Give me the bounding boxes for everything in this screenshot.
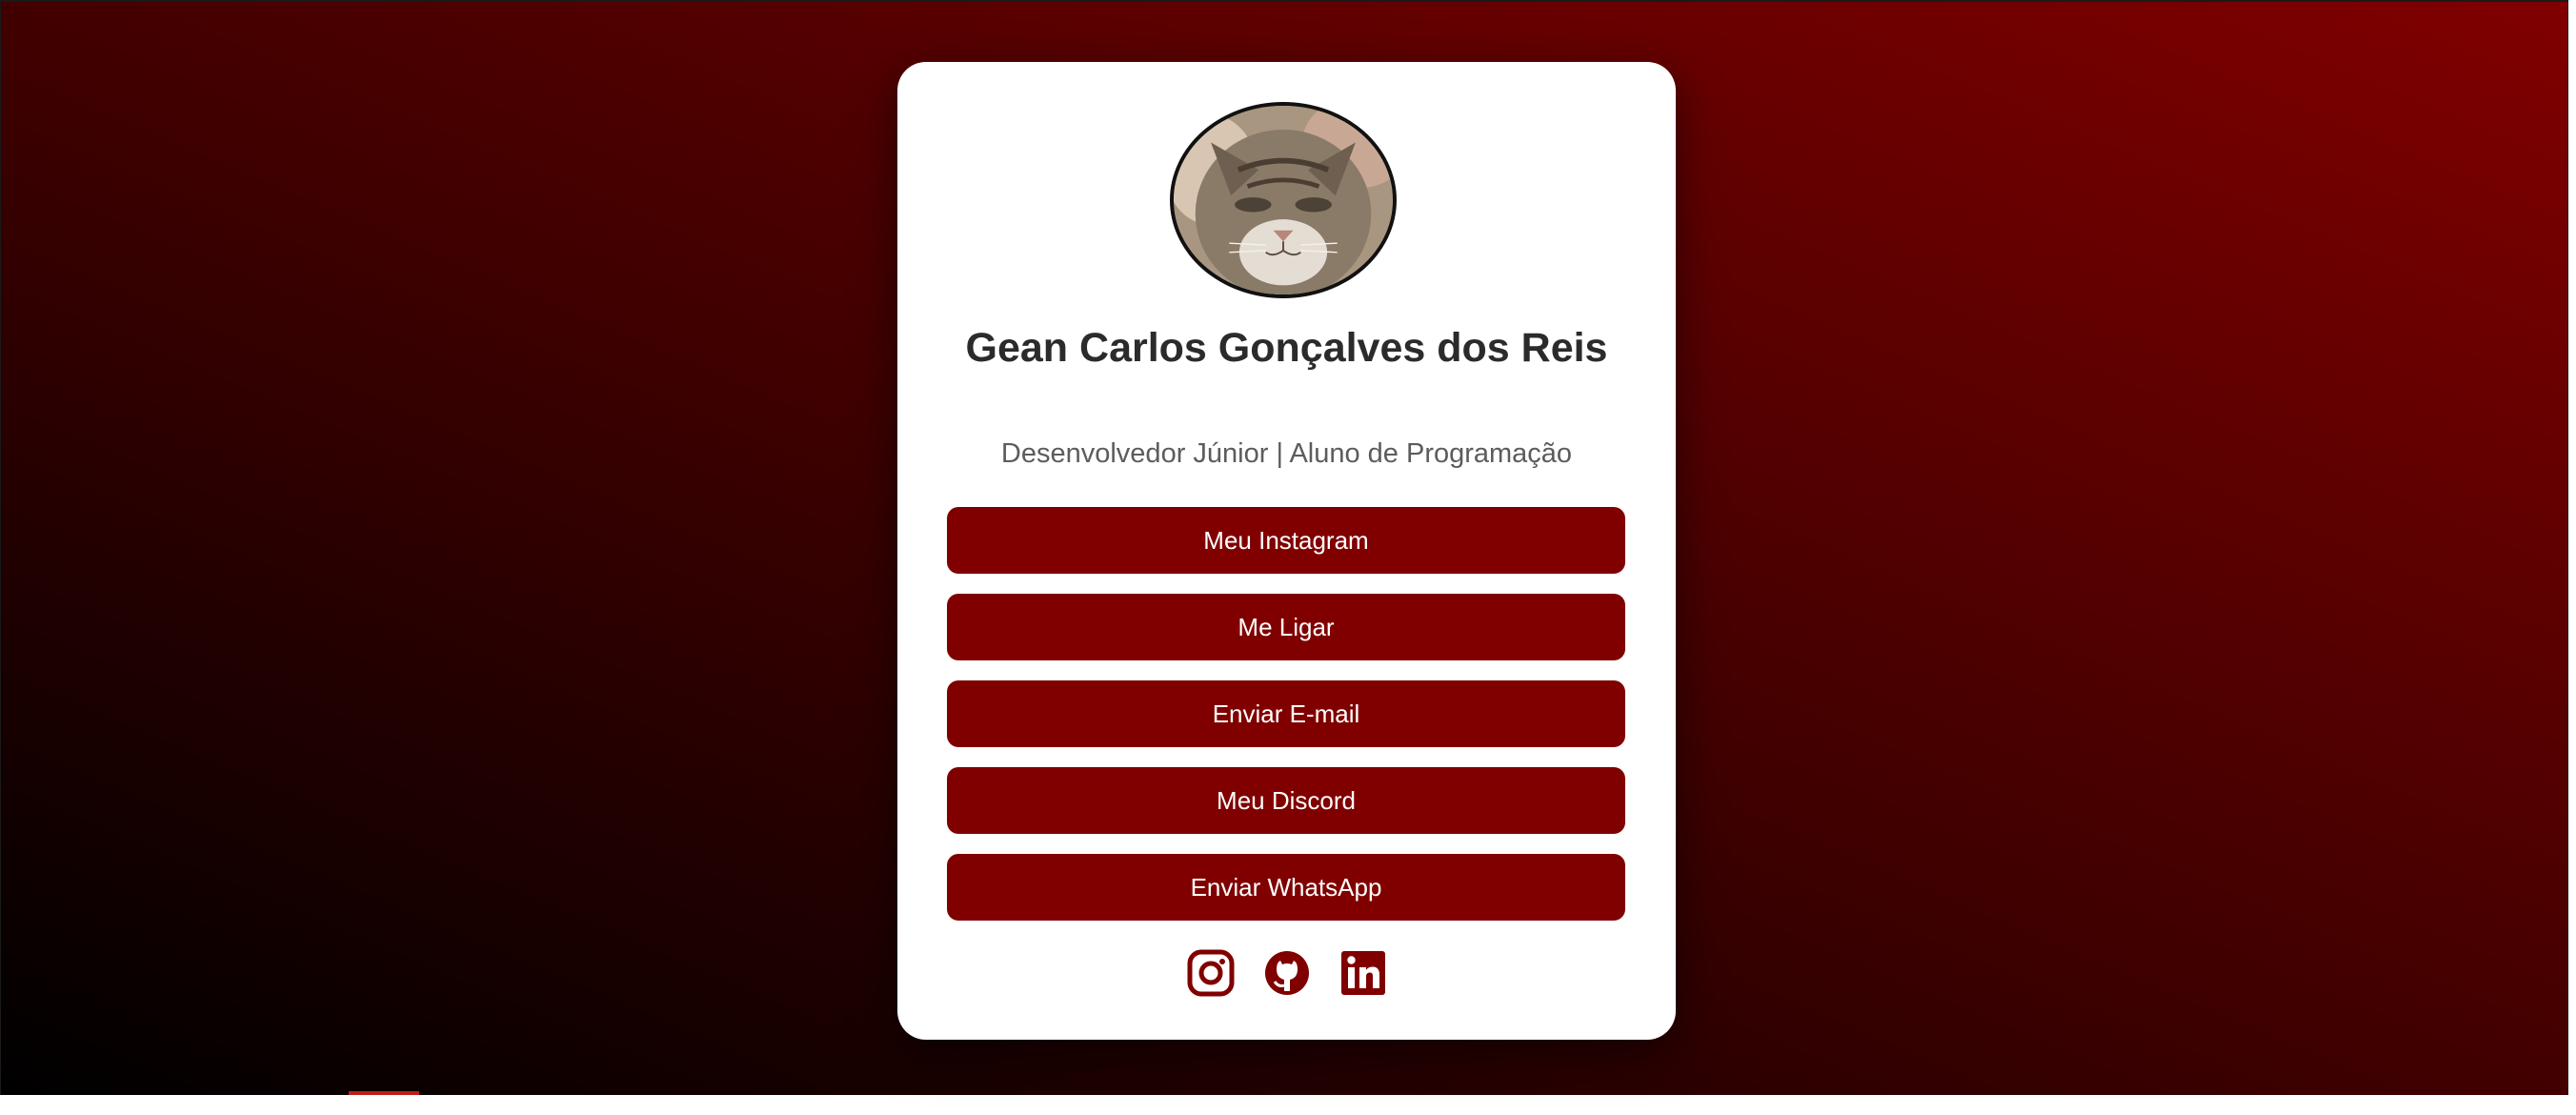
discord-link-button[interactable]: Meu Discord <box>947 767 1625 834</box>
link-list: Meu Instagram Me Ligar Enviar E-mail Meu… <box>947 507 1625 941</box>
call-link-button[interactable]: Me Ligar <box>947 594 1625 660</box>
page: Gean Carlos Gonçalves dos Reis Desenvolv… <box>0 0 2576 1115</box>
profile-card: Gean Carlos Gonçalves dos Reis Desenvolv… <box>897 62 1676 1040</box>
profile-subtitle: Desenvolvedor Júnior | Aluno de Programa… <box>1000 438 1573 469</box>
profile-name: Gean Carlos Gonçalves dos Reis <box>965 325 1608 371</box>
avatar <box>1170 102 1397 298</box>
instagram-icon[interactable] <box>1187 949 1235 997</box>
social-icons <box>897 949 1676 997</box>
github-icon[interactable] <box>1263 949 1311 997</box>
instagram-link-button[interactable]: Meu Instagram <box>947 507 1625 574</box>
whatsapp-link-button[interactable]: Enviar WhatsApp <box>947 854 1625 921</box>
linkedin-icon[interactable] <box>1339 949 1387 997</box>
email-link-button[interactable]: Enviar E-mail <box>947 680 1625 747</box>
cat-photo-icon <box>1174 106 1393 294</box>
gradient-background: Gean Carlos Gonçalves dos Reis Desenvolv… <box>0 0 2568 1095</box>
bottom-accent-mark <box>349 1091 419 1095</box>
